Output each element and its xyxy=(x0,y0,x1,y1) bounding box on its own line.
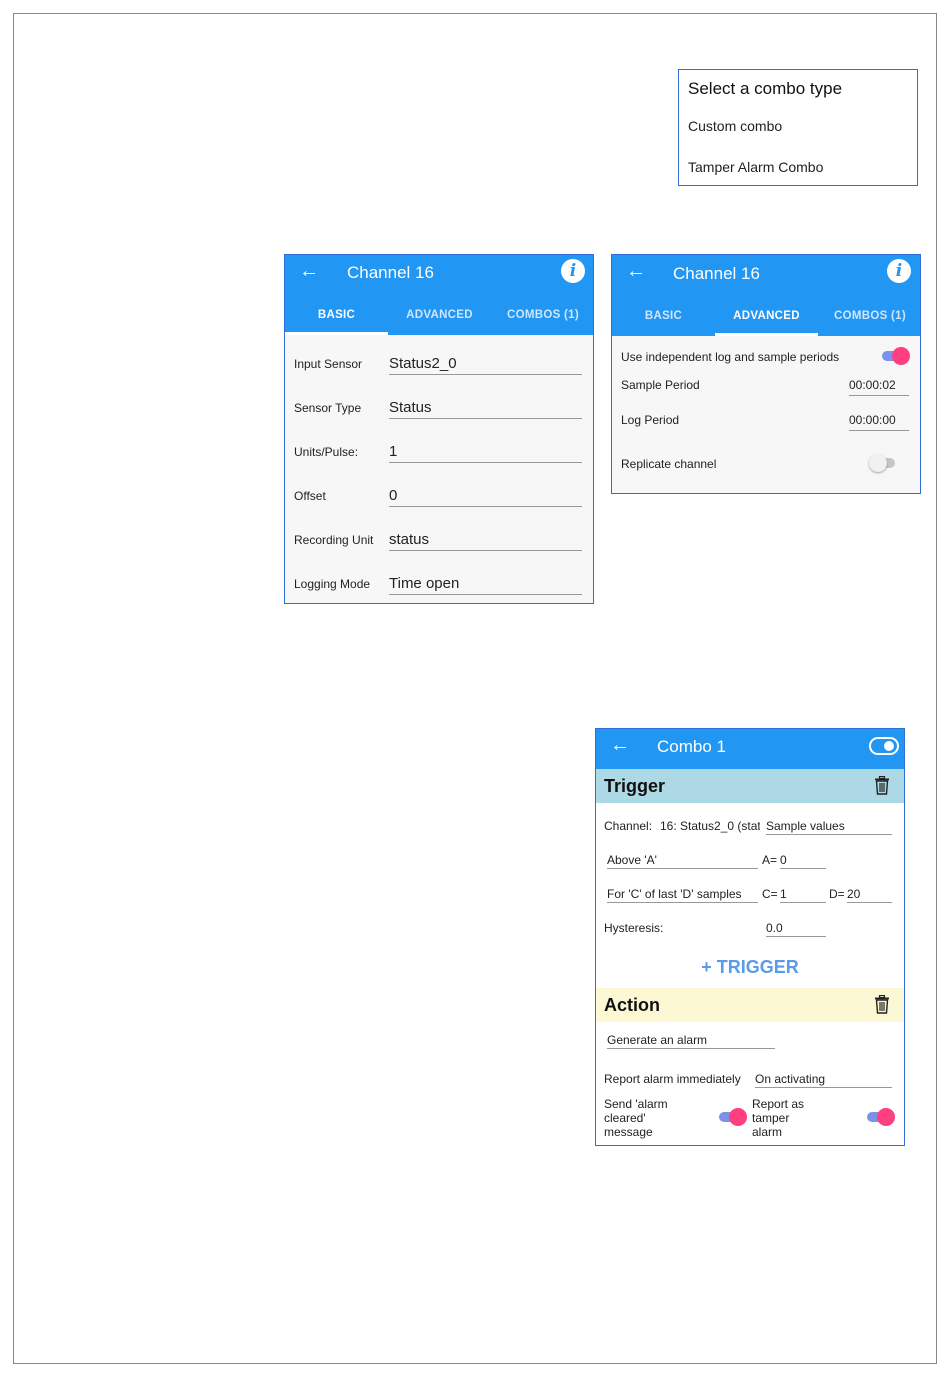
a-value-field[interactable]: 0 xyxy=(780,853,826,869)
page-border xyxy=(13,13,937,1364)
offset-label: Offset xyxy=(294,489,326,503)
report-tamper-label-line: alarm xyxy=(752,1125,783,1139)
logging-mode-field[interactable]: Time open xyxy=(389,575,582,595)
a-label: A= xyxy=(762,853,778,867)
info-icon[interactable]: i xyxy=(887,259,911,283)
report-tamper-label: Report as tamper alarm xyxy=(752,1097,804,1139)
sensor-type-field[interactable]: Status xyxy=(389,399,582,419)
trigger-channel-select[interactable]: 16: Status2_0 (stat xyxy=(660,819,760,834)
action-header: Action xyxy=(596,988,904,1022)
tab-advanced[interactable]: ADVANCED xyxy=(388,295,491,335)
tab-advanced[interactable]: ADVANCED xyxy=(715,296,818,336)
replicate-channel-label: Replicate channel xyxy=(621,457,717,471)
report-tamper-toggle[interactable] xyxy=(865,1107,895,1127)
offset-field[interactable]: 0 xyxy=(389,487,582,507)
dialog-item-tamper-alarm-combo[interactable]: Tamper Alarm Combo xyxy=(688,159,823,175)
dialog-title: Select a combo type xyxy=(688,79,843,98)
hysteresis-field[interactable]: 0.0 xyxy=(766,921,826,937)
back-arrow-icon[interactable]: ← xyxy=(299,261,319,281)
tab-bar: BASIC ADVANCED COMBOS (1) xyxy=(285,295,593,335)
delete-action-icon[interactable] xyxy=(874,995,890,1014)
report-tamper-label-line: tamper xyxy=(752,1111,790,1125)
send-alarm-cleared-label-line: Send 'alarm xyxy=(604,1097,668,1111)
c-label: C= xyxy=(762,887,778,901)
report-alarm-label: Report alarm immediately xyxy=(604,1072,741,1086)
channel-advanced-panel: ← Channel 16 i BASIC ADVANCED COMBOS (1)… xyxy=(611,254,921,494)
add-trigger-button[interactable]: + TRIGGER xyxy=(596,957,904,978)
tab-combos[interactable]: COMBOS (1) xyxy=(818,296,920,336)
input-sensor-field[interactable]: Status2_0 xyxy=(389,355,582,375)
tab-basic[interactable]: BASIC xyxy=(612,296,715,336)
sample-period-field[interactable]: 00:00:02 xyxy=(849,378,909,396)
tab-basic[interactable]: BASIC xyxy=(285,295,388,335)
send-alarm-cleared-label-line: cleared' xyxy=(604,1111,646,1125)
delete-trigger-icon[interactable] xyxy=(874,776,890,795)
send-alarm-cleared-toggle[interactable] xyxy=(717,1107,747,1127)
units-pulse-field[interactable]: 1 xyxy=(389,443,582,463)
channel-basic-panel: ← Channel 16 i BASIC ADVANCED COMBOS (1)… xyxy=(284,254,594,604)
hysteresis-label: Hysteresis: xyxy=(604,921,664,935)
d-label: D= xyxy=(829,887,845,901)
tab-bar: BASIC ADVANCED COMBOS (1) xyxy=(612,296,920,336)
combo-type-dialog: Select a combo type Custom combo Tamper … xyxy=(678,69,918,186)
trigger-count-select[interactable]: For 'C' of last 'D' samples xyxy=(607,887,758,903)
replicate-channel-toggle[interactable] xyxy=(869,453,897,473)
combo-enable-toggle-icon[interactable] xyxy=(869,737,899,755)
combo-panel: ← Combo 1 Trigger Channel: 16: Status2_0… xyxy=(595,728,905,1146)
units-pulse-label: Units/Pulse: xyxy=(294,445,359,459)
d-value-field[interactable]: 20 xyxy=(847,887,892,903)
app-bar-title: Channel 16 xyxy=(673,264,760,283)
app-bar: ← Combo 1 xyxy=(596,729,904,769)
log-period-field[interactable]: 00:00:00 xyxy=(849,413,909,431)
logging-mode-label: Logging Mode xyxy=(294,577,371,591)
log-period-label: Log Period xyxy=(621,413,680,427)
trigger-condition-select[interactable]: Above 'A' xyxy=(607,853,758,869)
sample-period-label: Sample Period xyxy=(621,378,700,392)
info-icon[interactable]: i xyxy=(561,259,585,283)
trigger-header: Trigger xyxy=(596,769,904,803)
independent-periods-toggle[interactable] xyxy=(880,346,910,366)
send-alarm-cleared-label-line: message xyxy=(604,1125,653,1139)
c-value-field[interactable]: 1 xyxy=(780,887,826,903)
send-alarm-cleared-label: Send 'alarm cleared' message xyxy=(604,1097,668,1139)
independent-periods-label: Use independent log and sample periods xyxy=(621,350,840,364)
sensor-type-label: Sensor Type xyxy=(294,401,362,415)
recording-unit-label: Recording Unit xyxy=(294,533,374,547)
action-type-select[interactable]: Generate an alarm xyxy=(607,1033,775,1049)
report-alarm-select[interactable]: On activating xyxy=(755,1072,892,1088)
app-bar-title: Combo 1 xyxy=(657,737,726,756)
tab-combos[interactable]: COMBOS (1) xyxy=(491,295,593,335)
app-bar: ← Channel 16 i xyxy=(612,255,920,296)
dialog-item-custom-combo[interactable]: Custom combo xyxy=(688,118,782,134)
back-arrow-icon[interactable]: ← xyxy=(610,735,630,755)
recording-unit-field[interactable]: status xyxy=(389,531,582,551)
trigger-title: Trigger xyxy=(604,776,666,796)
trigger-channel-label: Channel: xyxy=(604,819,653,833)
report-tamper-label-line: Report as xyxy=(752,1097,805,1111)
app-bar-title: Channel 16 xyxy=(347,263,434,282)
input-sensor-label: Input Sensor xyxy=(294,357,363,371)
trigger-mode-select[interactable]: Sample values xyxy=(766,819,892,835)
app-bar: ← Channel 16 i xyxy=(285,255,593,295)
action-title: Action xyxy=(604,995,660,1015)
back-arrow-icon[interactable]: ← xyxy=(626,261,646,281)
